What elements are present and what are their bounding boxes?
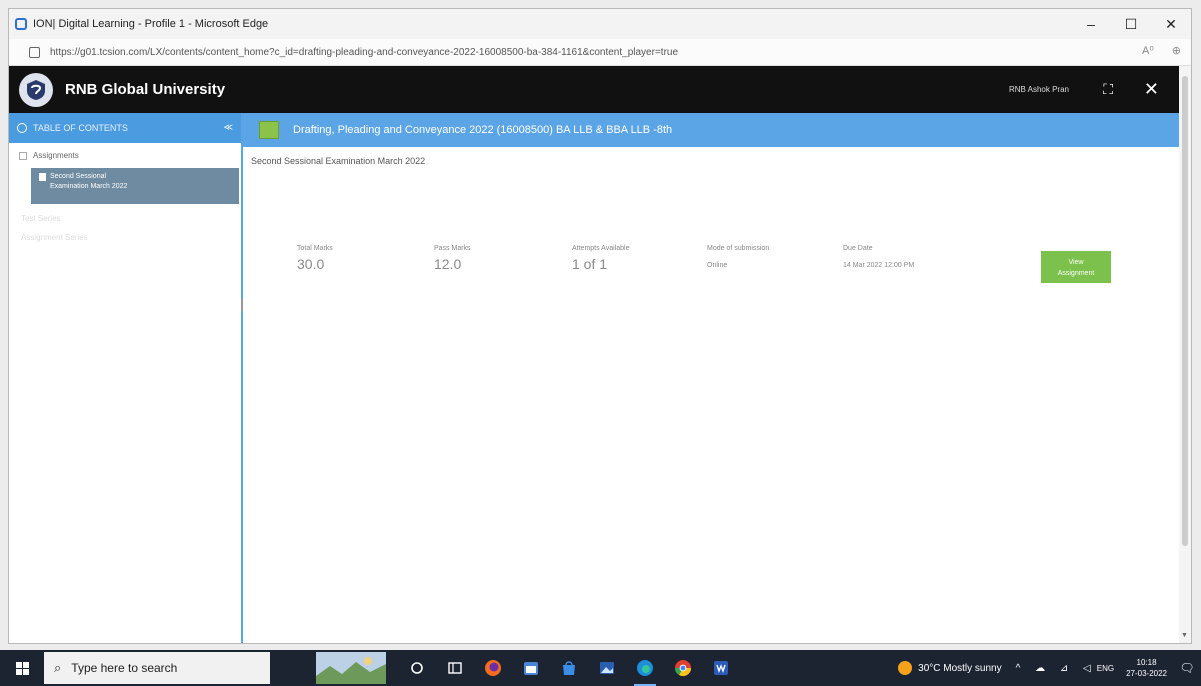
course-title-bar: Drafting, Pleading and Conveyance 2022 (… — [243, 113, 1179, 147]
scrollbar-thumb[interactable] — [1182, 76, 1188, 546]
notifications-icon[interactable]: 🗨 — [1177, 650, 1197, 686]
read-aloud-icon[interactable]: A⁰ — [1142, 44, 1154, 57]
minimize-button[interactable]: – — [1071, 9, 1111, 39]
clock[interactable]: 10:18 27-03-2022 — [1126, 657, 1167, 679]
tray-icons[interactable]: ^ ☁ ⊿ ◁ — [1016, 663, 1097, 674]
pass-marks: Pass Marks 12.0 — [434, 245, 471, 272]
university-name: RNB Global University — [65, 81, 226, 98]
assignment-info-row: Total Marks 30.0 Pass Marks 12.0 Attempt… — [243, 245, 1179, 295]
store-icon[interactable] — [550, 650, 588, 686]
url-text[interactable]: https://g01.tcsion.com/LX/contents/conte… — [50, 47, 678, 58]
windows-logo-icon — [15, 661, 29, 675]
university-logo — [19, 72, 53, 107]
address-bar[interactable]: https://g01.tcsion.com/LX/contents/conte… — [9, 39, 1191, 66]
taskbar: ⌕ Type here to search 30°C Mostly sunny … — [0, 650, 1201, 686]
attempts-available: Attempts Available 1 of 1 — [572, 245, 629, 272]
weather-sun-icon[interactable] — [898, 661, 913, 675]
total-marks-value: 30.0 — [297, 256, 325, 272]
scroll-down-icon[interactable]: ▼ — [1181, 632, 1188, 639]
widgets-icon[interactable] — [436, 650, 474, 686]
attempts-value: 1 of 1 — [572, 256, 608, 272]
tree-node-label: Assignments — [33, 151, 79, 160]
toc-header[interactable]: TABLE OF CONTENTS ≪ — [9, 113, 241, 143]
total-marks: Total Marks 30.0 — [297, 245, 333, 272]
view-assignment-button[interactable]: View Assignment — [1041, 251, 1111, 283]
photos-icon[interactable] — [588, 650, 626, 686]
close-window-button[interactable]: ✕ — [1151, 9, 1191, 39]
view-button-line1: View — [1068, 259, 1084, 266]
language-indicator[interactable]: ENG — [1097, 664, 1114, 673]
clock-time: 10:18 — [1136, 658, 1157, 667]
window-title: ION| Digital Learning - Profile 1 - Micr… — [33, 18, 269, 30]
task-view-icon[interactable] — [398, 650, 436, 686]
sidebar: TABLE OF CONTENTS ≪ Assignments Second S… — [9, 113, 243, 643]
close-player-icon[interactable]: ✕ — [1144, 79, 1159, 100]
search-highlight-image[interactable] — [316, 652, 386, 684]
tree-node-faded-2[interactable]: Assignment Series — [21, 233, 241, 242]
shield-logo-icon — [27, 79, 45, 100]
search-icon: ⌕ — [54, 660, 62, 675]
firefox-icon[interactable] — [474, 650, 512, 686]
tree-item-label-line2: Examination March 2022 — [50, 183, 128, 190]
browser-window: ION| Digital Learning - Profile 1 - Micr… — [8, 8, 1192, 644]
weather-text[interactable]: 30°C Mostly sunny — [918, 663, 1001, 674]
taskbar-search[interactable]: ⌕ Type here to search — [44, 652, 270, 684]
app-header: RNB Global University RNB Ashok Pran ⛶ ✕ — [9, 66, 1179, 113]
edge-icon[interactable] — [626, 650, 664, 686]
vertical-scrollbar[interactable]: ▼ — [1179, 66, 1191, 643]
zoom-icon[interactable]: ⊕ — [1172, 44, 1181, 57]
search-placeholder[interactable]: Type here to search — [71, 661, 177, 675]
chrome-icon[interactable] — [664, 650, 702, 686]
main-content: Drafting, Pleading and Conveyance 2022 (… — [243, 113, 1179, 643]
start-button[interactable] — [0, 650, 44, 686]
tree-node-assignments[interactable]: Assignments — [19, 151, 241, 160]
view-button-line2: Assignment — [1057, 270, 1095, 277]
pass-marks-value: 12.0 — [434, 256, 462, 272]
browser-tab-icon — [15, 18, 27, 30]
course-icon — [259, 121, 279, 139]
mode-label: Mode of submission — [707, 245, 770, 252]
maximize-button[interactable]: ☐ — [1111, 9, 1151, 39]
attempts-label: Attempts Available — [572, 245, 630, 252]
tree-node-faded-1[interactable]: Test Series — [21, 214, 241, 223]
collapse-sidebar-icon[interactable]: ≪ — [224, 122, 233, 133]
system-tray: 30°C Mostly sunny ^ ☁ ⊿ ◁ ENG 10:18 27-0… — [898, 650, 1201, 686]
word-icon[interactable] — [702, 650, 740, 686]
pass-marks-label: Pass Marks — [434, 245, 471, 252]
toc-header-label: TABLE OF CONTENTS — [33, 123, 128, 133]
calendar-app-icon[interactable] — [512, 650, 550, 686]
due-date-label: Due Date — [843, 245, 873, 252]
document-icon — [39, 173, 46, 181]
submission-mode: Mode of submission Online — [707, 245, 769, 269]
course-title: Drafting, Pleading and Conveyance 2022 (… — [293, 124, 673, 136]
tree-toggle-icon[interactable] — [19, 151, 27, 160]
lock-icon[interactable] — [29, 46, 40, 58]
total-marks-label: Total Marks — [297, 245, 333, 252]
fullscreen-icon[interactable]: ⛶ — [1103, 81, 1114, 98]
tree-item-label-line1: Second Sessional — [50, 173, 107, 180]
due-date: Due Date 14 Mar 2022 12:00 PM — [843, 245, 914, 269]
due-date-value: 14 Mar 2022 12:00 PM — [843, 262, 915, 269]
tree-item-second-sessional[interactable]: Second Sessional Examination March 2022 — [31, 168, 239, 204]
user-name[interactable]: RNB Ashok Pran — [1009, 85, 1069, 94]
mode-value: Online — [707, 262, 728, 269]
title-bar: ION| Digital Learning - Profile 1 - Micr… — [9, 9, 1191, 39]
toc-icon — [17, 123, 27, 133]
clock-date: 27-03-2022 — [1126, 669, 1167, 678]
assignment-title: Second Sessional Examination March 2022 — [251, 156, 426, 166]
